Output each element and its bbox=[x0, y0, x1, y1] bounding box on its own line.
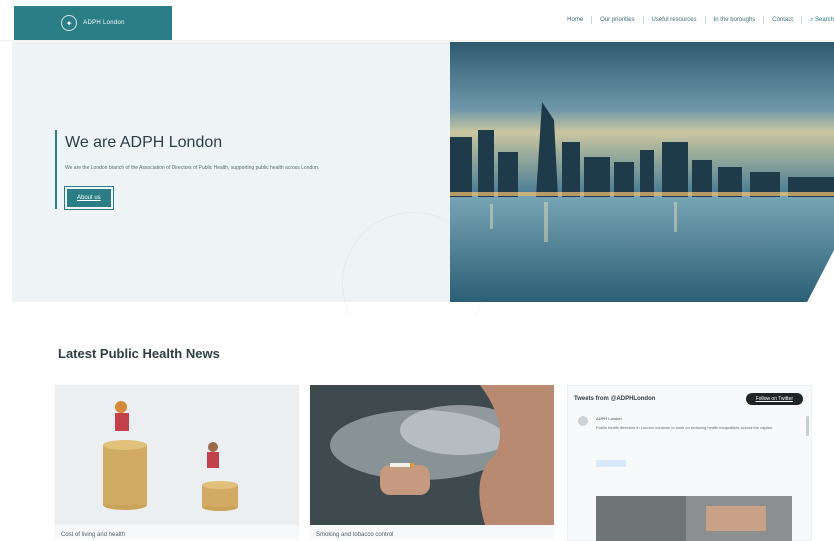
nav-our-priorities[interactable]: Our priorities bbox=[600, 17, 634, 23]
nav-divider bbox=[704, 16, 706, 24]
hero-subtitle: We are the London branch of the Associat… bbox=[65, 165, 320, 171]
nav-divider bbox=[642, 16, 644, 24]
hero-image bbox=[450, 42, 834, 302]
nav-contact[interactable]: Contact bbox=[772, 17, 793, 23]
follow-twitter-button[interactable]: Follow on Twitter bbox=[745, 393, 803, 405]
crest-icon: ✦ bbox=[61, 15, 78, 31]
avatar bbox=[578, 416, 588, 426]
news-card[interactable]: Cost of living and health bbox=[55, 385, 299, 539]
tweet-image bbox=[596, 496, 792, 541]
nav-useful-resources[interactable]: Useful resources bbox=[652, 17, 697, 23]
nav-divider bbox=[591, 16, 593, 24]
hero-title: We are ADPH London bbox=[65, 134, 223, 151]
logo-text: ADPH London bbox=[83, 19, 125, 26]
tweet-text: Public health directors in London contin… bbox=[596, 425, 773, 430]
nav-home[interactable]: Home bbox=[567, 17, 583, 23]
tweet-link-chip[interactable] bbox=[596, 460, 626, 467]
smoking-image bbox=[310, 385, 554, 525]
nav-in-the-boroughs[interactable]: In the boroughs bbox=[714, 17, 756, 23]
feed-scrollbar[interactable] bbox=[806, 416, 809, 436]
search-button[interactable]: ⌕ Search bbox=[810, 17, 834, 24]
twitter-feed[interactable]: Tweets from @ADPHLondon Follow on Twitte… bbox=[567, 385, 812, 541]
news-heading: Latest Public Health News bbox=[58, 346, 220, 361]
news-card-title: Smoking and tobacco control bbox=[316, 532, 394, 538]
main-nav: Home Our priorities Useful resources In … bbox=[567, 16, 834, 24]
hero-text: We are ADPH London We are the London bra… bbox=[55, 130, 355, 210]
coins-figures-image bbox=[55, 385, 299, 525]
nav-divider bbox=[800, 16, 802, 24]
search-label: Search bbox=[814, 16, 834, 23]
twitter-feed-title: Tweets from @ADPHLondon bbox=[574, 396, 656, 402]
tweet-photo bbox=[596, 496, 792, 541]
site-header: ✦ ADPH London Home Our priorities Useful… bbox=[0, 0, 834, 40]
nav-divider bbox=[763, 16, 765, 24]
tweet-author: ADPH London bbox=[596, 416, 622, 421]
news-card[interactable]: Smoking and tobacco control bbox=[310, 385, 554, 539]
london-skyline-image bbox=[450, 42, 834, 302]
search-icon: ⌕ bbox=[809, 16, 814, 23]
site-logo[interactable]: ✦ ADPH London bbox=[14, 6, 172, 40]
news-card-title: Cost of living and health bbox=[61, 532, 126, 538]
about-us-button[interactable]: About us bbox=[64, 186, 114, 210]
